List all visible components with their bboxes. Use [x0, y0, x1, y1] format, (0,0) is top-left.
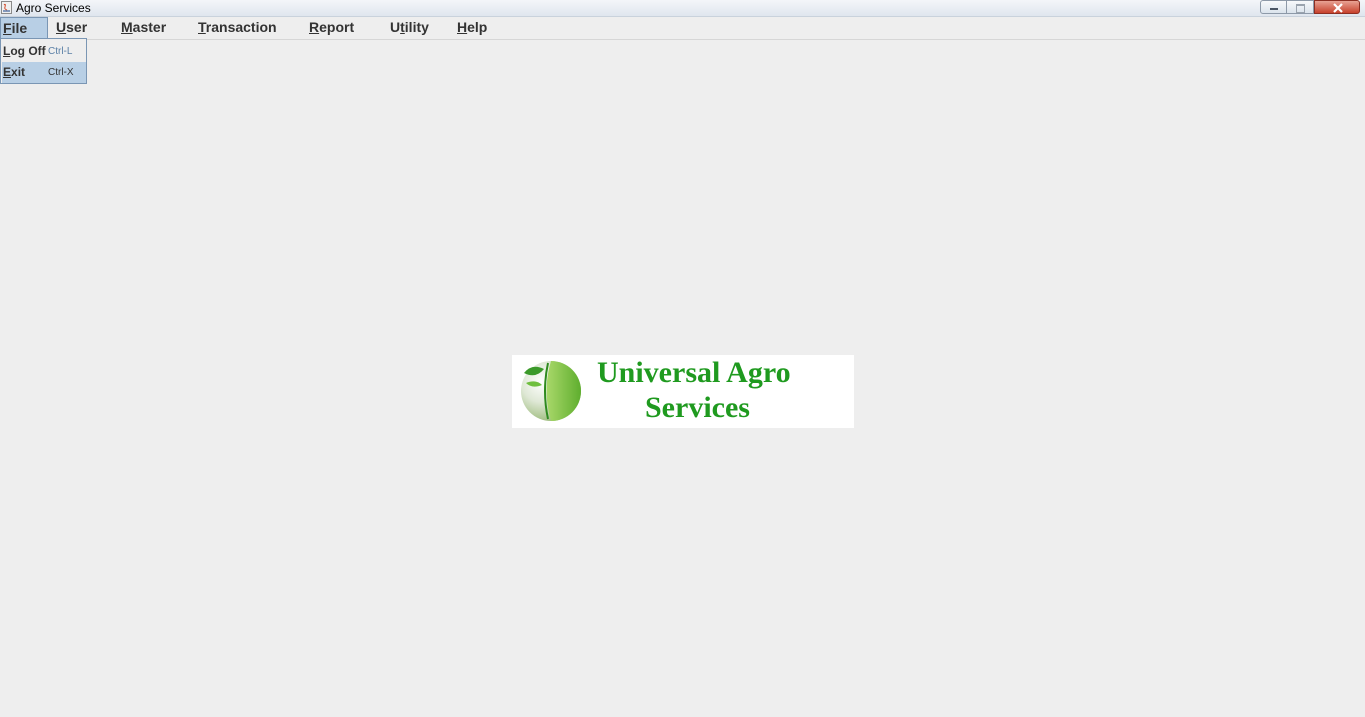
menu-utility-label: Utility: [390, 19, 429, 35]
menu-utility[interactable]: Utility: [388, 17, 431, 38]
menu-mnemonic-letter: t: [400, 19, 405, 35]
exit-label: Exit: [3, 62, 25, 83]
title-bar[interactable]: Agro Services: [0, 0, 1365, 17]
app-window: Agro Services File User Master Transacti…: [0, 0, 1365, 717]
menu-report-label: Report: [309, 19, 355, 35]
menu-master-label: Master: [121, 19, 167, 35]
menu-transaction[interactable]: Transaction: [196, 17, 279, 38]
menu-file-label: File: [3, 20, 28, 36]
menu-transaction-label: Transaction: [198, 19, 277, 35]
log-off-label-rest: og Off: [10, 44, 46, 58]
menu-user-label: User: [56, 19, 88, 35]
window-title: Agro Services: [16, 1, 91, 15]
company-logo: Universal Agro Services: [512, 355, 854, 428]
menu-bar: File User Master Transaction Report Util…: [0, 17, 1365, 40]
exit-mnemonic: E: [3, 65, 12, 79]
maximize-button[interactable]: [1287, 0, 1314, 14]
logo-text-line1: Universal Agro: [597, 356, 791, 389]
exit-shortcut: Ctrl-X: [48, 67, 74, 78]
menu-report[interactable]: Report: [307, 17, 356, 38]
leaf-sphere-icon: [521, 361, 581, 421]
menu-mnemonic-letter: M: [121, 19, 133, 35]
menu-user[interactable]: User: [54, 17, 89, 38]
minimize-button[interactable]: [1260, 0, 1287, 14]
menu-mnemonic-letter: F: [3, 20, 12, 36]
close-button[interactable]: [1314, 0, 1360, 14]
menu-file[interactable]: File: [0, 17, 48, 38]
menu-item-exit[interactable]: Exit Ctrl-X: [2, 62, 86, 83]
menu-mnemonic-letter: T: [198, 19, 206, 35]
java-app-icon: [1, 1, 12, 14]
menu-mnemonic-letter: H: [457, 19, 468, 35]
log-off-label: Log Off: [3, 41, 46, 62]
menu-help-label: Help: [457, 19, 488, 35]
exit-label-rest: xit: [11, 65, 26, 79]
close-icon: [1333, 3, 1343, 13]
log-off-shortcut: Ctrl-L: [48, 46, 73, 57]
menu-master[interactable]: Master: [119, 17, 168, 38]
file-dropdown-menu: Log Off Ctrl-L Exit Ctrl-X: [0, 38, 87, 84]
menu-mnemonic-letter: U: [56, 19, 67, 35]
menu-help[interactable]: Help: [455, 17, 489, 38]
logo-text-line2: Services: [645, 391, 750, 424]
menu-item-log-off[interactable]: Log Off Ctrl-L: [2, 41, 86, 62]
menu-mnemonic-letter: R: [309, 19, 320, 35]
